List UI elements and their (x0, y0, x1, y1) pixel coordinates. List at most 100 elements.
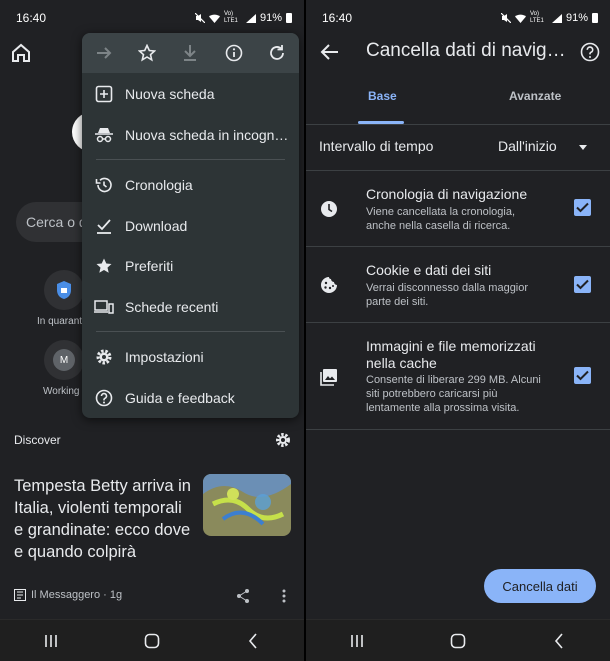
incognito-icon (94, 125, 114, 145)
row-description: Consente di liberare 299 MB. Alcuni siti… (366, 374, 541, 414)
discover-heading: Discover (14, 433, 61, 447)
status-bar: 16:40 Vo) LTE1 91% (306, 0, 610, 36)
status-time: 16:40 (322, 11, 353, 25)
back-nav-icon[interactable] (544, 626, 574, 656)
reload-icon[interactable] (267, 43, 287, 63)
dropdown-caret-icon[interactable] (578, 142, 588, 152)
menu-item-label: Nuova scheda (125, 86, 215, 102)
recents-icon[interactable] (342, 626, 372, 656)
system-nav-bar (306, 619, 610, 661)
status-icons: Vo) LTE1 91% (500, 11, 598, 25)
menu-item-incognito[interactable]: Nuova scheda in incogn… (82, 115, 299, 155)
menu-item-label: Nuova scheda in incogn… (125, 127, 289, 143)
article-title[interactable]: Tempesta Betty arriva in Italia, violent… (14, 475, 194, 563)
menu-item-label: Cronologia (125, 177, 193, 193)
row-divider (306, 322, 610, 323)
home-icon[interactable] (10, 42, 32, 64)
row-divider (306, 246, 610, 247)
menu-item-new-tab[interactable]: Nuova scheda (82, 74, 299, 114)
signal-text: Vo) LTE1 (223, 11, 238, 24)
menu-item-label: Guida e feedback (125, 390, 235, 406)
status-bar: 16:40 Vo) LTE1 91% (0, 0, 304, 36)
recents-icon[interactable] (36, 626, 66, 656)
battery-text: 91% (259, 12, 282, 24)
menu-item-downloads[interactable]: Download (82, 206, 299, 246)
battery-text: 91% (565, 12, 588, 24)
forward-icon[interactable] (94, 43, 114, 63)
menu-item-settings[interactable]: Impostazioni (82, 337, 299, 377)
page-title: Cancella dati di navig… (366, 40, 566, 61)
new-tab-icon (94, 84, 114, 104)
clear-browsing-data-screen: 16:40 Vo) LTE1 91% Cancella dati di navi… (306, 0, 610, 661)
menu-item-label: Schede recenti (125, 299, 219, 315)
row-title: Immagini e file memorizzati nella cache (366, 338, 536, 371)
clock-icon (321, 201, 337, 217)
overflow-menu: Nuova scheda Nuova scheda in incogn… Cro… (82, 33, 299, 418)
menu-item-label: Preferiti (125, 258, 174, 274)
tab-advanced[interactable]: Avanzate (509, 89, 561, 103)
gear-icon[interactable] (274, 431, 292, 449)
status-icons: Vo) LTE1 91% (194, 11, 292, 25)
menu-item-history[interactable]: Cronologia (82, 165, 299, 205)
share-icon[interactable] (235, 588, 251, 604)
row-title: Cookie e dati dei siti (366, 262, 492, 278)
avatar: M (53, 349, 75, 371)
mute-icon (500, 13, 511, 23)
star-icon[interactable] (137, 43, 157, 63)
mute-icon (194, 13, 205, 23)
shortcut-icon-circle: M (44, 340, 84, 380)
settings-icon (94, 347, 114, 367)
article-source: Il Messaggero · 1g (14, 589, 122, 601)
devices-icon (94, 297, 114, 317)
battery-icon (592, 13, 598, 23)
menu-toolbar (82, 33, 299, 73)
star-filled-icon (94, 256, 114, 276)
checkbox-cache[interactable] (574, 367, 591, 384)
info-icon[interactable] (224, 43, 244, 63)
download-icon[interactable] (180, 43, 200, 63)
help-icon[interactable] (580, 42, 600, 62)
row-description: Viene cancellata la cronologia, anche ne… (366, 206, 516, 232)
shortcut-icon-circle (44, 270, 84, 310)
history-icon (94, 175, 114, 195)
time-range-label: Intervallo di tempo (319, 138, 434, 154)
signal-icon (245, 13, 256, 23)
checkbox-cookies[interactable] (574, 276, 591, 293)
menu-divider (96, 159, 285, 160)
download-done-icon (94, 216, 114, 236)
system-nav-bar (0, 619, 304, 661)
wifi-icon (208, 14, 220, 23)
battery-icon (286, 13, 292, 23)
checkbox-browsing-history[interactable] (574, 199, 591, 216)
menu-item-label: Impostazioni (125, 349, 204, 365)
row-divider (306, 170, 610, 171)
wifi-icon (514, 14, 526, 23)
image-icon (320, 369, 337, 386)
back-arrow-icon[interactable] (320, 42, 340, 62)
home-nav-icon[interactable] (443, 626, 473, 656)
menu-divider (96, 331, 285, 332)
time-range-dropdown[interactable]: Dall'inizio (498, 138, 557, 154)
clear-data-button[interactable]: Cancella dati (484, 569, 596, 603)
menu-item-bookmarks[interactable]: Preferiti (82, 246, 299, 286)
chrome-new-tab-screen: 16:40 Vo) LTE1 91% Cerca o d In quarant … (0, 0, 304, 661)
row-description: Verrai disconnesso dalla maggior parte d… (366, 282, 529, 308)
shield-icon (57, 281, 71, 299)
menu-item-recent-tabs[interactable]: Schede recenti (82, 287, 299, 327)
menu-item-label: Download (125, 218, 188, 234)
tabs-divider (306, 124, 610, 125)
status-time: 16:40 (16, 11, 47, 25)
row-title: Cronologia di navigazione (366, 186, 528, 202)
help-icon (94, 388, 114, 408)
cookie-icon (321, 277, 337, 293)
article-thumbnail[interactable] (203, 474, 291, 536)
more-vert-icon[interactable] (278, 588, 290, 604)
row-divider (306, 429, 610, 430)
signal-text: Vo) LTE1 (529, 11, 544, 24)
home-nav-icon[interactable] (137, 626, 167, 656)
tab-base[interactable]: Base (368, 89, 397, 103)
back-nav-icon[interactable] (238, 626, 268, 656)
search-placeholder: Cerca o d (26, 214, 87, 230)
menu-item-help[interactable]: Guida e feedback (82, 378, 299, 418)
signal-icon (551, 13, 562, 23)
